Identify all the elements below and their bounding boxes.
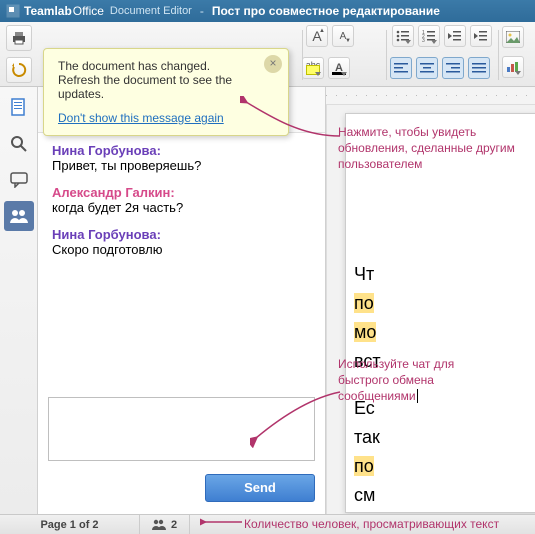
horizontal-ruler[interactable] [326,87,535,105]
status-page[interactable]: Page 1 of 2 [0,515,140,534]
chat-message: Нина Горбунова: Скоро подготовлю [52,227,311,257]
document-name: Пост про совместное редактирование [212,4,440,18]
doc-text: по [354,456,374,476]
rail-chat[interactable] [4,201,34,231]
outdent-button[interactable] [444,25,466,47]
bullets-button[interactable] [392,25,414,47]
insert-image-button[interactable] [502,26,524,48]
rail-search[interactable] [4,129,34,159]
font-increase-button[interactable]: A▲ [306,25,328,47]
highlight-color-button[interactable]: abc [302,57,324,79]
status-users[interactable]: 2 [140,515,190,534]
print-button[interactable] [6,25,32,51]
font-color-button[interactable]: A [328,57,350,79]
indent-button[interactable] [470,25,492,47]
send-button[interactable]: Send [205,474,315,502]
toolbar-separator [386,30,387,80]
annotation-text: Нажмите, чтобы увидеть обновления, сдела… [338,124,518,173]
align-right-button[interactable] [442,57,464,79]
rail-comments[interactable] [4,165,34,195]
rail-file[interactable] [4,93,34,123]
app-logo-icon [6,4,20,18]
document-page[interactable]: Чт по мо вст Ес так по см [345,113,535,513]
align-justify-button[interactable] [468,57,490,79]
message-author: Нина Горбунова: [52,227,311,242]
chat-input-area: Send [38,389,325,514]
annotation-text: Количество человек, просматривающих текс… [244,516,499,532]
users-icon [152,519,166,530]
message-text: Скоро подготовлю [52,242,311,257]
doc-text: Чт [354,264,374,284]
annotation-text: Используйте чат для быстрого обмена сооб… [338,356,498,405]
chat-messages[interactable]: Нина Горбунова: Привет, ты проверяешь? А… [38,133,325,389]
message-author: Александр Галкин: [52,185,311,200]
insert-chart-button[interactable] [502,56,524,78]
chat-message: Александр Галкин: когда будет 2я часть? [52,185,311,215]
message-text: Привет, ты проверяешь? [52,158,311,173]
align-center-button[interactable] [416,57,438,79]
font-decrease-button[interactable]: A▼ [332,25,354,47]
numbering-button[interactable]: 123 [418,25,440,47]
doc-text: см [354,485,375,505]
brand-name-1: Teamlab [24,4,72,18]
save-button[interactable] [6,57,32,83]
doc-text: мо [354,322,376,342]
notification-line: The document has changed. [58,59,260,73]
title-separator: - [200,4,204,18]
notification-close-icon[interactable]: × [264,55,282,73]
left-rail [0,87,38,514]
brand-name-2: Office [73,4,104,18]
chat-panel: Александр Галкин Нина Горбунова Нина Гор… [38,87,326,514]
chat-input[interactable] [48,397,315,461]
status-users-count: 2 [171,519,177,531]
align-left-button[interactable] [390,57,412,79]
message-author: Нина Горбунова: [52,143,311,158]
doc-text: так [354,427,380,447]
toolbar-separator [302,30,303,80]
svg-text:3: 3 [422,38,425,42]
toolbar-separator [498,30,499,80]
message-text: когда будет 2я часть? [52,200,311,215]
titlebar: Teamlab Office Document Editor - Пост пр… [0,0,535,22]
notification-dont-show-link[interactable]: Don't show this message again [58,111,224,125]
doc-text: по [354,293,374,313]
product-name: Document Editor [110,5,192,17]
notification-line: Refresh the document to see the updates. [58,73,260,101]
refresh-notification: × The document has changed. Refresh the … [43,48,289,136]
chat-message: Нина Горбунова: Привет, ты проверяешь? [52,143,311,173]
